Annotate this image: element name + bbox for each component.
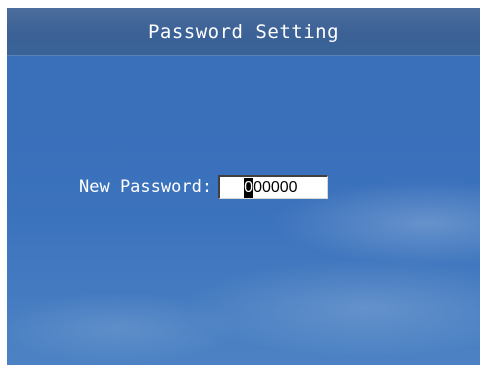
screen-frame: Password Setting New Password: 0 00000 bbox=[7, 8, 480, 365]
new-password-row: New Password: 0 00000 bbox=[79, 173, 329, 201]
title-bar: Password Setting bbox=[7, 8, 480, 56]
text-cursor: 0 bbox=[244, 177, 254, 198]
new-password-input[interactable]: 0 00000 bbox=[218, 175, 329, 199]
new-password-value: 00000 bbox=[253, 178, 298, 196]
window-title: Password Setting bbox=[147, 20, 340, 43]
new-password-label: New Password: bbox=[79, 177, 213, 197]
